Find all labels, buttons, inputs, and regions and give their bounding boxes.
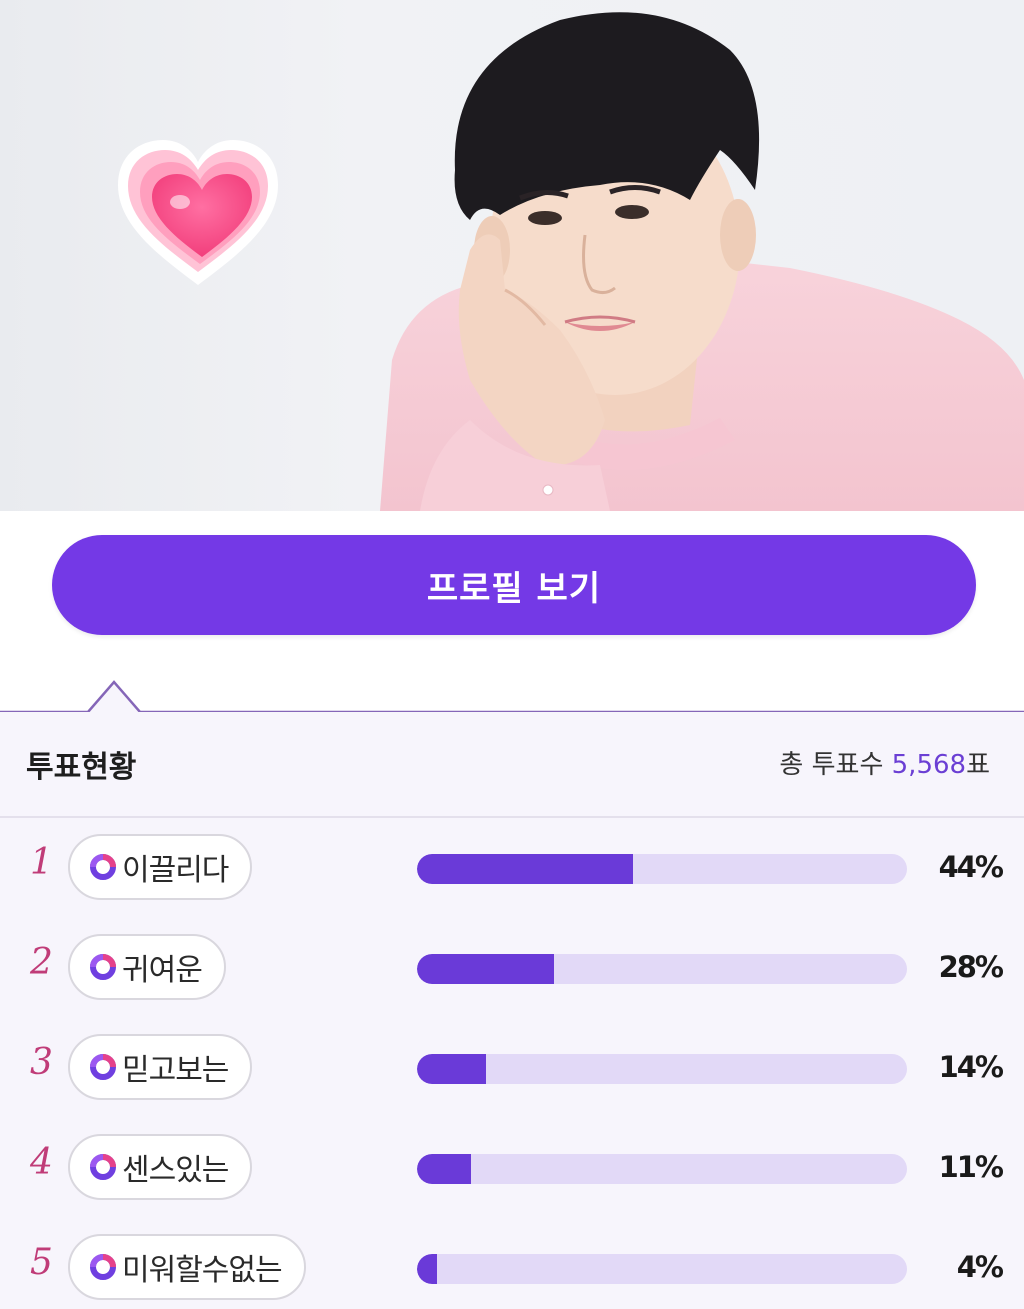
- vote-bar-fill: [417, 1254, 437, 1284]
- rank-number: 4: [30, 1142, 53, 1183]
- vote-row: 1 이끌리다 44%: [0, 834, 1024, 904]
- section-divider: [0, 680, 1024, 716]
- vote-bar-fill: [417, 854, 633, 884]
- rank-number: 5: [30, 1242, 53, 1283]
- ring-badge-icon: [90, 1154, 116, 1180]
- vote-row: 3 믿고보는 14%: [0, 1034, 1024, 1104]
- heart-sticker-icon: [118, 140, 278, 285]
- keyword-label: 이끌리다: [122, 853, 229, 888]
- keyword-chip[interactable]: 센스있는: [68, 1134, 253, 1200]
- ring-badge-icon: [90, 954, 116, 980]
- vote-percent: 11%: [938, 1150, 1004, 1184]
- ring-badge-icon: [90, 854, 116, 880]
- vote-bar-fill: [417, 1154, 471, 1184]
- total-votes-suffix: 표: [966, 750, 990, 780]
- vote-row: 5 미워할수없는 4%: [0, 1234, 1024, 1304]
- vote-row: 2 귀여운 28%: [0, 934, 1024, 1004]
- rank-number: 1: [30, 842, 53, 883]
- ring-badge-icon: [90, 1054, 116, 1080]
- vote-percent: 44%: [938, 850, 1004, 884]
- vote-status-section: [0, 712, 1024, 1309]
- vote-bar: [417, 954, 907, 984]
- keyword-label: 센스있는: [122, 1153, 229, 1188]
- vote-row: 4 센스있는 11%: [0, 1134, 1024, 1204]
- keyword-chip[interactable]: 믿고보는: [68, 1034, 253, 1100]
- vote-bar-fill: [417, 954, 555, 984]
- keyword-chip[interactable]: 귀여운: [68, 934, 226, 1000]
- vote-status-title: 투표현황: [26, 750, 137, 785]
- vote-bar: [417, 1154, 907, 1184]
- view-profile-button[interactable]: 프로필 보기: [52, 535, 976, 635]
- hero-photo: [0, 0, 1024, 511]
- list-divider: [0, 816, 1024, 818]
- ring-badge-icon: [90, 1254, 116, 1280]
- keyword-chip[interactable]: 이끌리다: [68, 834, 253, 900]
- keyword-label: 귀여운: [122, 953, 203, 988]
- keyword-label: 믿고보는: [122, 1053, 229, 1088]
- vote-bar: [417, 1054, 907, 1084]
- keyword-chip[interactable]: 미워할수없는: [68, 1234, 306, 1300]
- rank-number: 2: [30, 942, 53, 983]
- total-votes-prefix: 총 투표수: [779, 750, 892, 780]
- rank-number: 3: [30, 1042, 53, 1083]
- vote-percent: 4%: [956, 1250, 1004, 1284]
- vote-percent: 14%: [938, 1050, 1004, 1084]
- vote-percent: 28%: [938, 950, 1004, 984]
- vote-bar: [417, 854, 907, 884]
- vote-bar: [417, 1254, 907, 1284]
- total-votes-count: 5,568: [891, 750, 967, 780]
- vote-bar-fill: [417, 1054, 486, 1084]
- keyword-label: 미워할수없는: [122, 1253, 283, 1288]
- total-votes: 총 투표수 5,568표: [779, 744, 990, 781]
